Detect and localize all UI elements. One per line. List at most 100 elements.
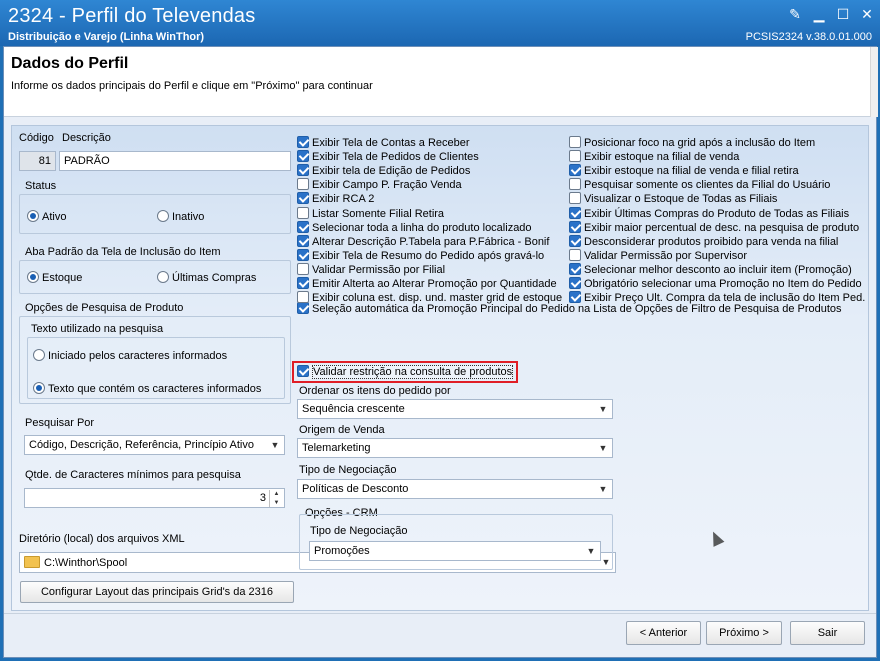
checkbox-item[interactable]: Desconsiderar produtos proibido para ven… xyxy=(569,234,839,249)
ordenar-select[interactable]: Sequência crescente ▼ xyxy=(297,399,613,419)
pesquisa-contem-radio[interactable]: Texto que contém os caracteres informado… xyxy=(33,382,261,395)
status-inativo-radio[interactable]: Inativo xyxy=(157,210,204,223)
edit-icon[interactable]: ✎ xyxy=(786,6,804,22)
radio-dot xyxy=(33,349,45,361)
pesquisar-por-select[interactable]: Código, Descrição, Referência, Princípio… xyxy=(24,435,285,455)
checkbox-box xyxy=(297,164,309,177)
header-scrollbar[interactable] xyxy=(870,47,878,117)
checkbox-label: Exibir coluna est. disp. und. master gri… xyxy=(312,292,563,305)
checkbox-box xyxy=(569,178,581,191)
checkbox-box xyxy=(569,277,581,289)
codigo-field: 81 xyxy=(19,151,56,171)
qtde-stepper[interactable]: 3 ▲ ▼ xyxy=(24,488,285,508)
checkbox-label: Exibir estoque na filial de venda e fili… xyxy=(584,165,799,178)
checkbox-item[interactable]: Exibir Tela de Contas a Receber xyxy=(297,136,470,150)
checkbox-box xyxy=(297,291,309,304)
negociacao-select[interactable]: Políticas de Desconto ▼ xyxy=(297,479,613,499)
checkbox-item[interactable]: Alterar Descrição P.Tabela para P.Fábric… xyxy=(297,234,550,249)
configurar-layout-button[interactable]: Configurar Layout das principais Grid's … xyxy=(20,581,294,603)
crm-negociacao-label: Tipo de Negociação xyxy=(310,525,408,537)
codigo-label: Código xyxy=(19,132,54,144)
checkbox-item[interactable]: Exibir estoque na filial de venda e fili… xyxy=(569,164,799,178)
checkbox-box xyxy=(569,136,581,148)
checkbox-box xyxy=(569,262,581,275)
origem-label: Origem de Venda xyxy=(299,424,385,436)
footer-bar: < Anterior Próximo > Sair xyxy=(4,613,876,657)
checkbox-item[interactable]: Visualizar o Estoque de Todas as Filiais xyxy=(569,192,777,206)
checkbox-box xyxy=(297,277,309,289)
checkbox-item[interactable]: Posicionar foco na grid após a inclusão … xyxy=(569,136,815,150)
folder-icon xyxy=(24,556,40,568)
checkbox-box xyxy=(297,206,309,219)
checkbox-item[interactable]: Selecionar melhor desconto ao incluir it… xyxy=(569,262,852,277)
crm-negociacao-select[interactable]: Promoções ▼ xyxy=(309,541,601,561)
anterior-button[interactable]: < Anterior xyxy=(626,621,701,645)
checkbox-label: Exibir Tela de Pedidos de Clientes xyxy=(312,151,479,164)
status-ativo-radio[interactable]: Ativo xyxy=(27,210,66,223)
checkbox-label: Selecionar melhor desconto ao incluir it… xyxy=(584,263,852,276)
texto-pesquisa-label: Texto utilizado na pesquisa xyxy=(31,323,164,335)
pesquisa-iniciado-radio[interactable]: Iniciado pelos caracteres informados xyxy=(33,349,227,362)
checkbox-item[interactable]: Exibir coluna est. disp. und. master gri… xyxy=(297,291,562,305)
check-validar-restricao[interactable]: Validar restrição na consulta de produto… xyxy=(297,365,514,379)
radio-dot xyxy=(157,210,169,222)
checkbox-box xyxy=(297,365,309,377)
proximo-button[interactable]: Próximo > xyxy=(706,621,782,645)
checkbox-item[interactable]: Emitir Alterta ao Alterar Promoção por Q… xyxy=(297,277,557,291)
checkbox-box xyxy=(297,234,309,247)
checkbox-label: Desconsiderar produtos proibido para ven… xyxy=(584,235,839,248)
sair-button[interactable]: Sair xyxy=(790,621,865,645)
chevron-down-icon: ▼ xyxy=(270,440,280,450)
close-icon[interactable]: ✕ xyxy=(858,6,876,22)
origem-select[interactable]: Telemarketing ▼ xyxy=(297,438,613,458)
radio-dot xyxy=(33,382,45,394)
checkbox-label: Exibir RCA 2 xyxy=(312,193,375,206)
checkbox-label: Selecionar toda a linha do produto local… xyxy=(312,221,532,234)
title-bar: 2324 - Perfil do Televendas Distribuição… xyxy=(0,0,880,46)
checkbox-label: Posicionar foco na grid após a inclusão … xyxy=(584,137,816,149)
checkbox-item[interactable]: Selecionar toda a linha do produto local… xyxy=(297,220,532,235)
checkbox-item[interactable]: Exibir maior percentual de desc. na pesq… xyxy=(569,220,859,235)
pesquisar-por-label: Pesquisar Por xyxy=(25,417,95,429)
checkbox-label: Validar Permissão por Filial xyxy=(312,263,446,276)
radio-dot xyxy=(157,271,169,283)
main-frame: Dados do Perfil Informe os dados princip… xyxy=(3,46,878,658)
checkbox-item[interactable]: Exibir Tela de Resumo do Pedido após gra… xyxy=(297,248,545,263)
checkbox-box xyxy=(297,248,309,261)
stepper-arrows-icon[interactable]: ▲ ▼ xyxy=(269,490,283,507)
checkbox-item[interactable]: Validar Permissão por Supervisor xyxy=(569,248,747,263)
checkbox-label: Alterar Descrição P.Tabela para P.Fábric… xyxy=(312,235,550,248)
checkbox-label: Exibir tela de Edição de Pedidos xyxy=(312,165,471,178)
checkbox-box xyxy=(297,178,309,191)
checkbox-box xyxy=(569,164,581,177)
checkbox-box xyxy=(297,220,309,233)
checkbox-box xyxy=(569,234,581,247)
descricao-field[interactable]: PADRÃO xyxy=(59,151,291,171)
page-header: Dados do Perfil Informe os dados princip… xyxy=(4,47,870,117)
checkbox-item[interactable]: Exibir tela de Edição de Pedidos xyxy=(297,164,470,178)
checkbox-label: Pesquisar somente os clientes da Filial … xyxy=(584,179,831,192)
checkbox-label: Emitir Alterta ao Alterar Promoção por Q… xyxy=(312,278,557,290)
checkbox-item[interactable]: Pesquisar somente os clientes da Filial … xyxy=(569,178,830,192)
checkbox-item[interactable]: Exibir Últimas Compras do Produto de Tod… xyxy=(569,206,849,221)
aba-ultimas-compras-radio[interactable]: Últimas Compras xyxy=(157,271,256,284)
maximize-icon[interactable]: ☐ xyxy=(834,6,852,22)
checkbox-item[interactable]: Validar Permissão por Filial xyxy=(297,262,446,277)
chevron-down-icon: ▼ xyxy=(598,443,608,453)
checkbox-item[interactable]: Exibir RCA 2 xyxy=(297,192,374,206)
checkbox-item[interactable]: Exibir Tela de Pedidos de Clientes xyxy=(297,150,479,164)
checkbox-item[interactable]: Exibir Campo P. Fração Venda xyxy=(297,178,462,192)
version-label: PCSIS2324 v.38.0.01.000 xyxy=(745,31,872,43)
checkbox-item[interactable]: Listar Somente Filial Retira xyxy=(297,206,444,221)
checkbox-box xyxy=(297,192,309,205)
aba-estoque-radio[interactable]: Estoque xyxy=(27,271,82,284)
checkbox-item[interactable]: Obrigatório selecionar uma Promoção no I… xyxy=(569,277,862,291)
minimize-icon[interactable]: ▁ xyxy=(810,6,828,22)
checkbox-label: Exibir Tela de Resumo do Pedido após gra… xyxy=(312,249,545,262)
checkbox-item[interactable]: Exibir Preço Ult. Compra da tela de incl… xyxy=(569,291,865,305)
checkbox-item[interactable]: Exibir estoque na filial de venda xyxy=(569,150,739,164)
aba-padrao-label: Aba Padrão da Tela de Inclusão do Item xyxy=(25,246,221,258)
checkbox-box xyxy=(297,150,309,163)
checkbox-label: Visualizar o Estoque de Todas as Filiais xyxy=(584,193,778,206)
window-title: 2324 - Perfil do Televendas xyxy=(8,5,256,27)
